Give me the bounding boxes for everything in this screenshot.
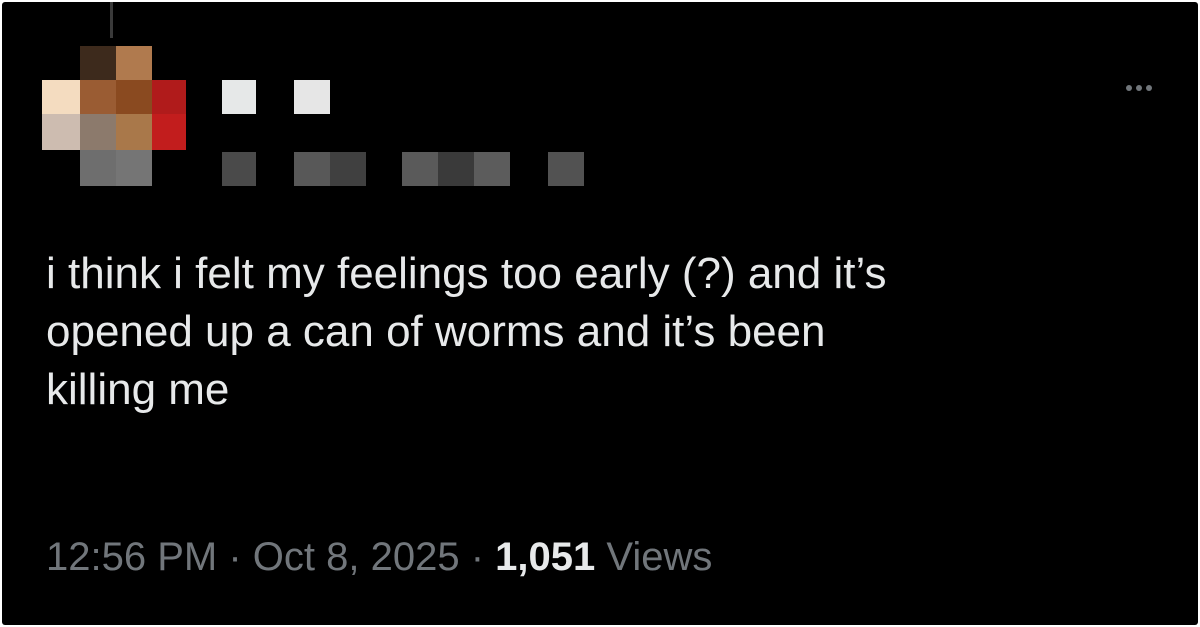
tweet-meta: 12:56 PM · Oct 8, 2025 · 1,051 Views — [46, 532, 712, 582]
views-label: Views — [606, 535, 713, 579]
views-count: 1,051 — [495, 535, 596, 579]
meta-separator: · — [228, 535, 242, 579]
tweet-text: i think i felt my feelings too early (?)… — [46, 245, 1166, 419]
tweet-card: i think i felt my feelings too early (?)… — [2, 2, 1198, 625]
tweet-text-line: opened up a can of worms and it’s been — [46, 307, 826, 356]
tweet-text-line: i think i felt my feelings too early (?)… — [46, 249, 887, 298]
more-horizontal-icon — [1126, 85, 1152, 91]
more-options-button[interactable] — [1114, 76, 1164, 100]
meta-separator: · — [470, 535, 485, 579]
tweet-text-line: killing me — [46, 365, 230, 414]
tweet-date[interactable]: Oct 8, 2025 — [253, 535, 460, 579]
thread-connector-line — [110, 2, 113, 38]
views-link[interactable]: 1,051 Views — [495, 535, 712, 579]
tweet-time[interactable]: 12:56 PM — [46, 535, 217, 579]
